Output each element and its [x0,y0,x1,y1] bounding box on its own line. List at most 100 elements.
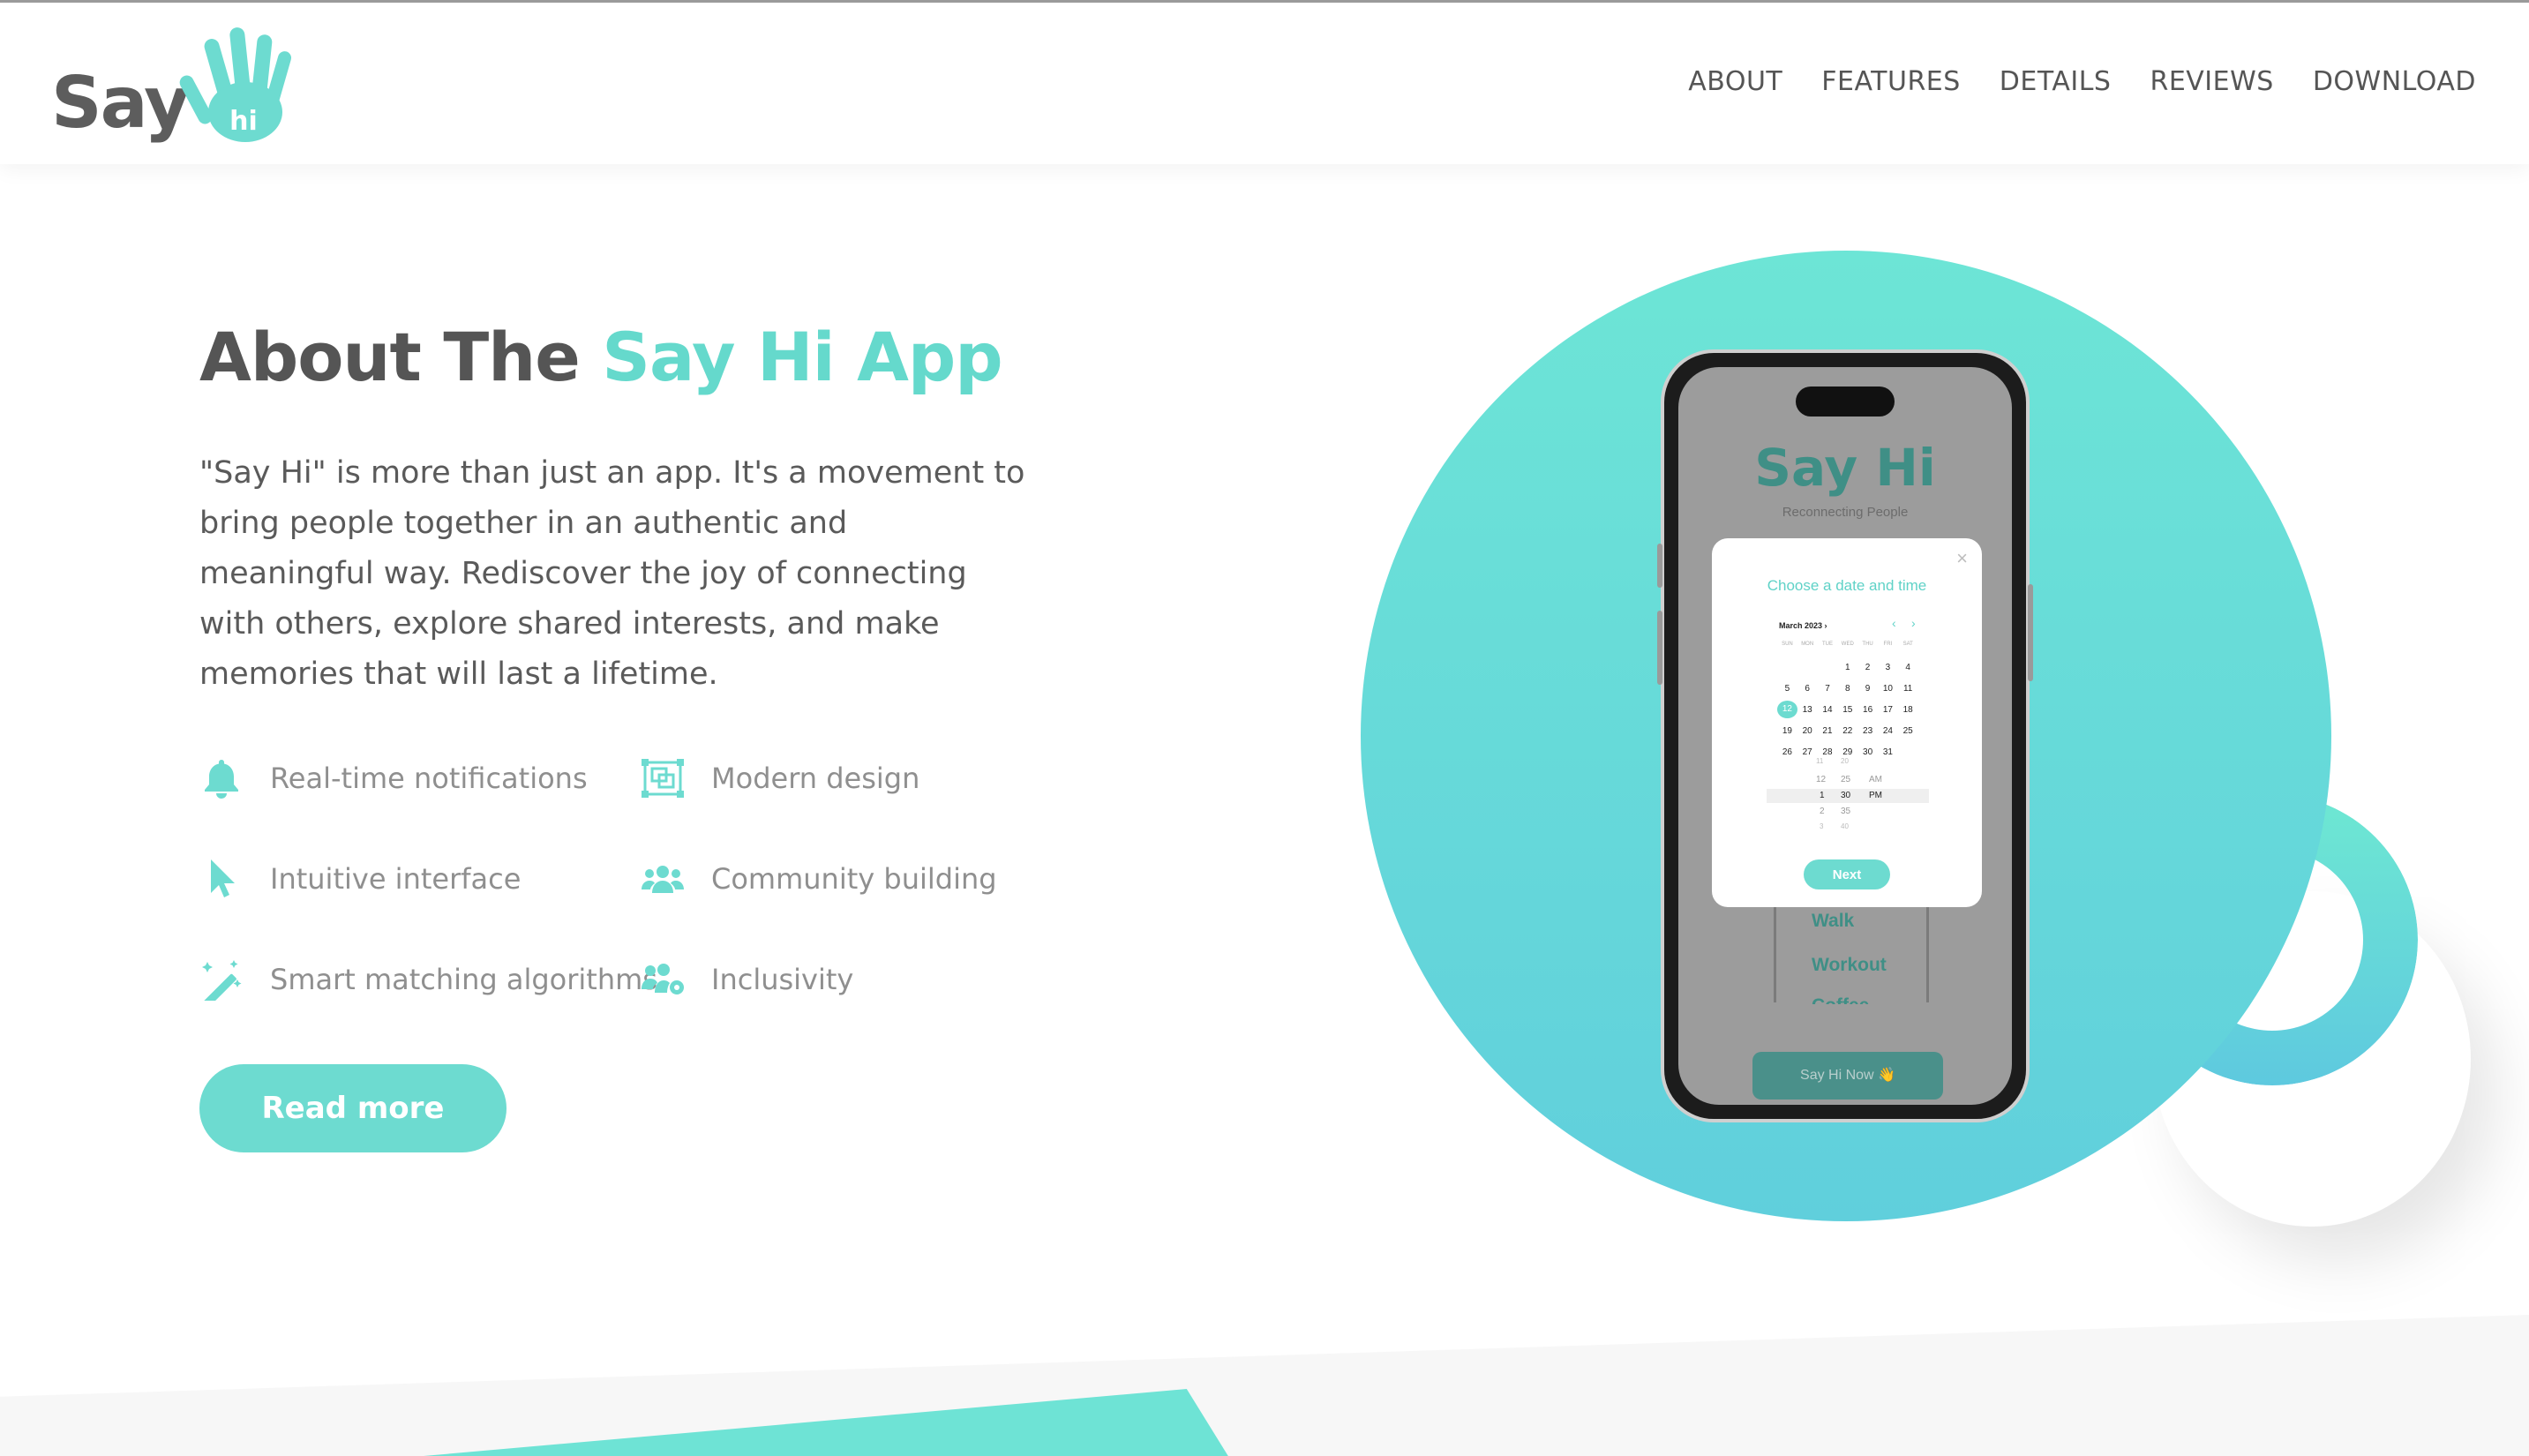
feature-label: Modern design [711,762,920,795]
calendar-day[interactable]: 15 [1837,705,1857,715]
calendar-grid: SUN MON TUE WED THU FRI SAT 1 2 3 4 5 6 … [1777,635,1918,762]
bottom-section-background [0,1315,2529,1456]
calendar-week: 12 13 14 15 16 17 18 [1777,699,1918,720]
hour-option[interactable]: 3 [1820,822,1823,830]
date-time-modal: × Choose a date and time March 2023 › ‹ … [1712,538,1982,907]
say-hi-logo[interactable]: Say hi [51,24,298,147]
users-icon [641,857,685,901]
phone-screen: Say Hi Reconnecting People Walk Workout … [1678,367,2012,1105]
nav-features[interactable]: FEATURES [1821,66,1961,97]
say-hi-now-button: Say Hi Now 👋 [1752,1052,1943,1100]
read-more-button[interactable]: Read more [199,1064,507,1152]
weekday-header: FRI [1883,642,1893,647]
calendar-day[interactable]: 22 [1837,726,1857,736]
calendar-day[interactable]: 20 [1797,726,1818,736]
weekday-header-row: SUN MON TUE WED THU FRI SAT [1777,635,1918,657]
title-prefix: About The [199,318,603,396]
calendar-day[interactable]: 8 [1837,684,1857,694]
calendar-day[interactable]: 1 [1837,663,1857,672]
dynamic-island [1796,387,1895,417]
app-subtitle: Reconnecting People [1782,505,1909,520]
minute-option[interactable]: 25 [1841,775,1850,784]
feature-label: Smart matching algorithms [270,963,657,996]
calendar-day[interactable]: 9 [1857,684,1878,694]
minute-option[interactable]: 35 [1841,807,1850,816]
phone-side-button [1657,611,1662,685]
feature-item: Modern design [641,752,919,805]
calendar-day[interactable]: 13 [1797,705,1818,715]
period-option[interactable]: AM [1869,775,1882,784]
list-item: Walk [1812,911,1855,931]
list-item: Coffee [1812,995,1869,1004]
feature-item: Community building [641,852,997,905]
calendar-day[interactable]: 18 [1898,705,1918,715]
bell-icon [199,756,244,800]
logo-wordmark: Say [51,62,190,144]
nav-details[interactable]: DETAILS [2000,66,2112,97]
calendar-day[interactable]: 25 [1898,726,1918,736]
page-title: About The Say Hi App [199,318,1003,396]
weekday-header: SUN [1782,642,1793,647]
weekday-header: THU [1862,642,1873,647]
minute-selected[interactable]: 30 [1841,791,1850,800]
hour-option[interactable]: 12 [1816,775,1826,784]
nav-about[interactable]: ABOUT [1688,66,1782,97]
feature-label: Inclusivity [711,963,854,996]
minute-option[interactable]: 20 [1841,757,1849,765]
chevron-right-icon[interactable]: › [1911,616,1916,630]
feature-label: Community building [711,862,997,896]
users-cog-icon [641,957,685,1002]
weekday-header: TUE [1821,642,1833,647]
logo-hand-text: hi [229,106,258,137]
time-picker[interactable]: 11 12 1 2 3 20 25 30 35 40 AM PM [1767,754,1929,838]
hour-option[interactable]: 2 [1820,807,1825,816]
hour-option[interactable]: 11 [1816,757,1823,765]
design-icon [641,756,685,800]
calendar-day[interactable]: 5 [1777,684,1797,694]
feature-label: Real-time notifications [270,762,588,795]
calendar-month[interactable]: March 2023 › [1779,621,1827,630]
calendar-day[interactable]: 24 [1878,726,1898,736]
feature-label: Intuitive interface [270,862,522,896]
about-description: "Say Hi" is more than just an app. It's … [199,455,1025,692]
calendar-day[interactable]: 16 [1857,705,1878,715]
magic-wand-icon [199,957,244,1002]
calendar-day[interactable]: 17 [1878,705,1898,715]
app-title: Say Hi [1754,438,1936,498]
calendar-day[interactable]: 3 [1878,663,1898,672]
calendar-day-selected[interactable]: 12 [1777,701,1797,718]
list-item: Workout [1812,955,1887,975]
calendar-day[interactable]: 10 [1878,684,1898,694]
feature-item: Intuitive interface [199,852,521,905]
weekday-header: SAT [1902,642,1913,647]
nav-reviews[interactable]: REVIEWS [2150,66,2273,97]
phone-side-button [2028,584,2033,681]
calendar-day[interactable]: 2 [1857,663,1878,672]
next-button[interactable]: Next [1804,859,1890,889]
calendar-week: 5 6 7 8 9 10 11 [1777,678,1918,699]
feature-item: Smart matching algorithms [199,953,657,1006]
calendar-day[interactable]: 19 [1777,726,1797,736]
nav-download[interactable]: DOWNLOAD [2313,66,2476,97]
main-nav: ABOUT FEATURES DETAILS REVIEWS DOWNLOAD [1688,66,2476,97]
feature-item: Inclusivity [641,953,853,1006]
calendar-day[interactable]: 21 [1818,726,1838,736]
close-icon[interactable]: × [1956,547,1968,570]
weekday-header: WED [1841,642,1854,647]
hour-selected[interactable]: 1 [1820,791,1825,800]
calendar-week: 1 2 3 4 [1777,657,1918,678]
feature-list: Real-time notifications Modern design In… [199,752,997,1001]
modal-title: Choose a date and time [1767,577,1927,594]
calendar-day[interactable]: 14 [1818,705,1838,715]
site-header: Say hi ABOUT FEATURES DETAILS REVIEWS DO… [0,0,2529,164]
calendar-day[interactable]: 7 [1818,684,1838,694]
activity-list: Walk Workout Coffee [1774,897,1929,1004]
period-selected[interactable]: PM [1869,791,1882,800]
calendar-day[interactable]: 23 [1857,726,1878,736]
calendar-day[interactable]: 4 [1898,663,1918,672]
title-accent: Say Hi App [602,318,1002,396]
calendar-day[interactable]: 6 [1797,684,1818,694]
minute-option[interactable]: 40 [1841,822,1849,830]
calendar-day[interactable]: 11 [1898,684,1918,694]
chevron-left-icon[interactable]: ‹ [1892,616,1896,630]
